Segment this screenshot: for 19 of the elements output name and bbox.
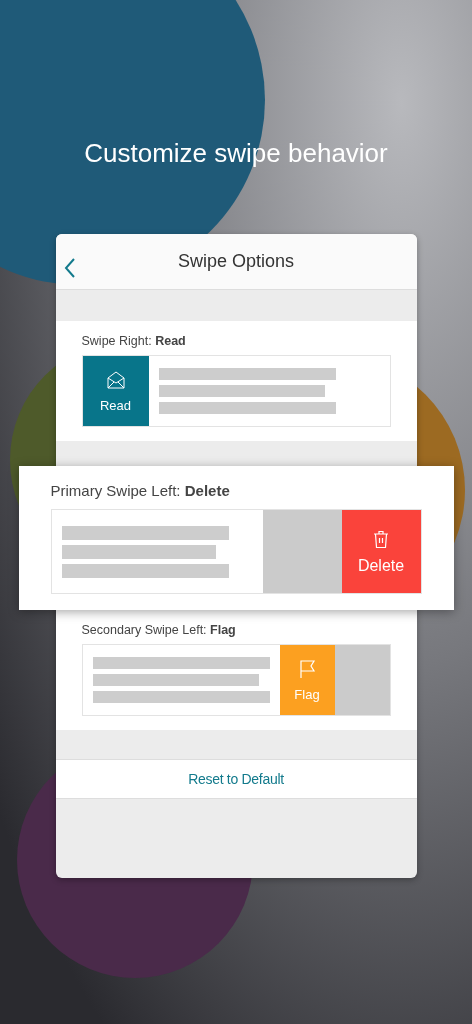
flag-icon [297,658,317,679]
action-label: Read [99,397,132,413]
highlighted-option-card[interactable]: Primary Swipe Left: Delete Delete [18,466,454,610]
read-action[interactable]: Read [82,356,149,426]
back-icon[interactable] [63,258,76,278]
screen-title: Swipe Options [177,251,295,272]
empty-action-slot [334,645,390,715]
option-section[interactable]: Swipe Right: Read Read [55,321,417,441]
trash-icon [371,528,391,549]
option-label: Primary Swipe Left: Delete [50,482,231,500]
action-label: Delete [357,556,405,575]
delete-action[interactable]: Delete [341,510,421,593]
option-label: Secondary Swipe Left: Flag [81,622,237,638]
option-label: Swipe Right: Read [81,333,187,349]
action-label: Flag [294,686,320,702]
option-section[interactable]: Secondary Swipe Left: Flag Flag [55,610,417,730]
reset-link[interactable]: Reset to Default [188,771,284,787]
headline: Customize swipe behavior [84,137,388,170]
envelope-icon [105,369,126,390]
